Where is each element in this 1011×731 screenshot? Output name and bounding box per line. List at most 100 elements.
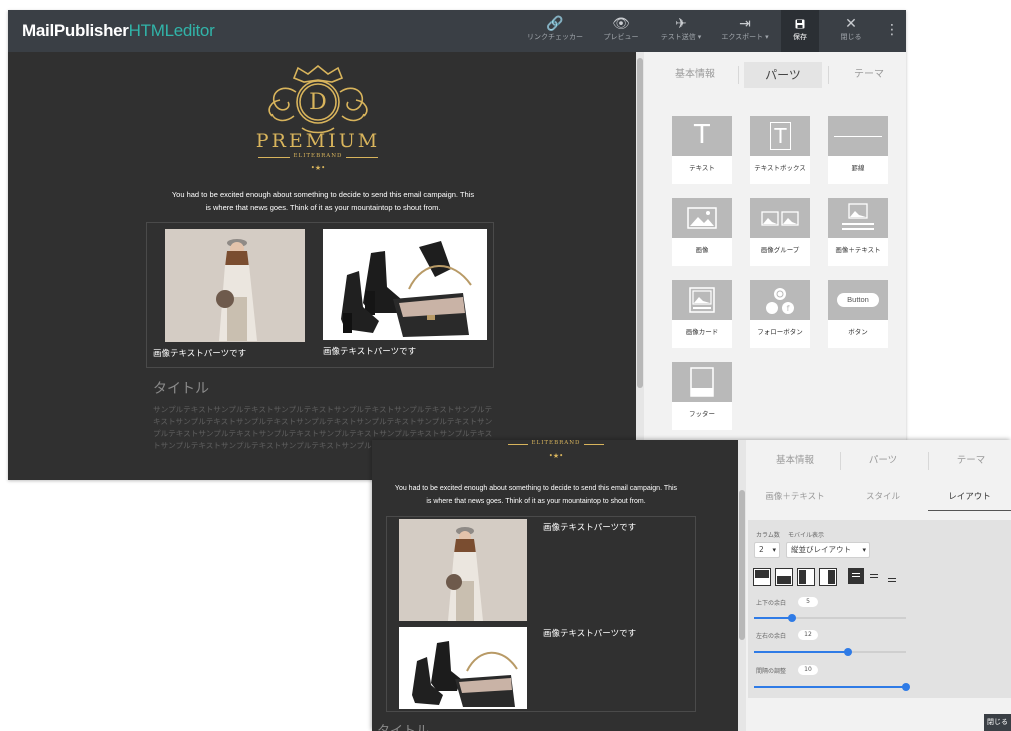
- link-icon: 🔗: [546, 15, 564, 31]
- horizontal-margin-value: 12: [798, 630, 818, 640]
- eye-icon: 👁: [612, 15, 630, 31]
- save-button[interactable]: 保存: [781, 10, 819, 52]
- tab-separator: [738, 66, 739, 84]
- link-checker-button[interactable]: 🔗 リンクチェッカー: [525, 14, 585, 48]
- image-caption-2: 画像テキストパーツです: [543, 629, 637, 639]
- preview-label: プレビュー: [603, 34, 639, 41]
- email-canvas-2[interactable]: ELITEBRAND •★• You had to be excited eno…: [372, 440, 738, 731]
- part-label: 罫線: [851, 164, 865, 172]
- svg-text:f: f: [787, 304, 790, 313]
- part-text[interactable]: T テキスト: [672, 116, 732, 184]
- tab-basic-info[interactable]: 基本情報: [656, 62, 734, 88]
- image-text-block[interactable]: 画像テキストパーツです 画像テキストパーツです: [386, 516, 696, 712]
- canvas-scrollbar[interactable]: [636, 52, 644, 480]
- test-send-label: テスト送信 ▾: [660, 34, 702, 41]
- top-toolbar: MailPublisherHTMLeditor 🔗 リンクチェッカー 👁 プレビ…: [8, 10, 906, 52]
- fashion-model-image: [399, 519, 527, 621]
- close-icon: ✕: [845, 15, 857, 31]
- brand-name: PREMIUM: [255, 130, 381, 152]
- columns-select[interactable]: 2 ▾: [754, 542, 780, 558]
- subtab-image-text[interactable]: 画像＋テキスト: [752, 483, 838, 511]
- section-title: タイトル: [153, 381, 209, 397]
- image-card-icon: [672, 280, 732, 320]
- email-canvas[interactable]: D PREMIUM ELITEBRAND •★• You had to be e…: [8, 52, 636, 480]
- image-caption-1: 画像テキストパーツです: [153, 349, 247, 359]
- scrollbar-thumb[interactable]: [739, 490, 745, 640]
- subtab-style[interactable]: スタイル: [840, 483, 926, 511]
- part-label: フッター: [689, 410, 715, 418]
- align-middle-button[interactable]: [866, 568, 882, 584]
- align-bottom-button[interactable]: [884, 568, 900, 584]
- export-icon: ⇥: [739, 15, 751, 31]
- logo-main-text: MailPublisher: [22, 21, 129, 40]
- part-button[interactable]: Button ボタン: [828, 280, 888, 348]
- subtab-layout[interactable]: レイアウト: [928, 483, 1011, 511]
- footer-icon: [672, 362, 732, 402]
- tab-theme-2[interactable]: テーマ: [936, 450, 1006, 472]
- panel-close-button[interactable]: 閉じる: [984, 714, 1011, 731]
- part-image-text[interactable]: 画像＋テキスト: [828, 198, 888, 266]
- horizontal-margin-label: 左右の余白: [756, 633, 787, 640]
- align-top-button[interactable]: [848, 568, 864, 584]
- fashion-model-image: [165, 229, 305, 342]
- part-image-card[interactable]: 画像カード: [672, 280, 732, 348]
- part-text-box[interactable]: T テキストボックス: [750, 116, 810, 184]
- tab-separator: [828, 66, 829, 84]
- part-follow-button[interactable]: f フォローボタン: [750, 280, 810, 348]
- scrollbar-thumb[interactable]: [637, 58, 643, 388]
- vertical-margin-label: 上下の余白: [756, 600, 787, 607]
- vertical-margin-slider[interactable]: [754, 614, 906, 622]
- save-label: 保存: [793, 34, 807, 41]
- boots-handbag-image: [323, 229, 487, 340]
- section-title-2: タイトル: [377, 720, 429, 731]
- part-image-group[interactable]: 画像グループ: [750, 198, 810, 266]
- link-checker-label: リンクチェッカー: [527, 34, 583, 41]
- slider-handle[interactable]: [788, 614, 796, 622]
- mobile-display-select[interactable]: 縦並びレイアウト ▾: [786, 542, 870, 558]
- mobile-display-value: 縦並びレイアウト: [791, 545, 851, 554]
- columns-value: 2: [759, 545, 764, 554]
- image-text-icon: [828, 198, 888, 238]
- export-button[interactable]: ⇥ エクスポート ▾: [716, 14, 774, 48]
- horizontal-margin-slider[interactable]: [754, 648, 906, 656]
- layout-image-left-button[interactable]: [797, 568, 815, 586]
- slider-handle[interactable]: [902, 683, 910, 691]
- spacing-slider[interactable]: [754, 683, 910, 691]
- brand-sub: ELITEBRAND: [289, 153, 347, 159]
- layout-image-bottom-button[interactable]: [775, 568, 793, 586]
- layout-image-top-button[interactable]: [753, 568, 771, 586]
- tab-separator: [928, 452, 929, 470]
- slider-handle[interactable]: [844, 648, 852, 656]
- tab-parts[interactable]: パーツ: [744, 62, 822, 88]
- close-editor-button[interactable]: ✕ 閉じる: [834, 14, 868, 48]
- image-icon: [672, 198, 732, 238]
- part-image[interactable]: 画像: [672, 198, 732, 266]
- image-group-icon: [750, 198, 810, 238]
- brand-sub-2: ELITEBRAND: [527, 440, 585, 446]
- text-icon: T: [672, 116, 732, 156]
- more-menu-icon[interactable]: ⋮: [885, 22, 899, 38]
- intro-line-1: You had to be excited enough about somet…: [394, 485, 678, 492]
- button-icon: Button: [828, 280, 888, 320]
- layout-panel: 基本情報 パーツ テーマ 画像＋テキスト スタイル レイアウト カラム数 モバイ…: [746, 440, 1011, 731]
- canvas-scrollbar-2[interactable]: [738, 440, 746, 731]
- tab-theme[interactable]: テーマ: [830, 62, 906, 88]
- image-group-block[interactable]: 画像テキストパーツです 画像テキストパーツです: [146, 222, 494, 368]
- preview-button[interactable]: 👁 プレビュー: [597, 14, 645, 48]
- send-icon: ✈: [675, 15, 687, 31]
- tab-parts-2[interactable]: パーツ: [848, 450, 918, 472]
- layout-image-right-button[interactable]: [819, 568, 837, 586]
- boots-handbag-image: [399, 627, 527, 709]
- part-divider[interactable]: 罫線: [828, 116, 888, 184]
- spacing-label: 間隔の調整: [756, 668, 787, 675]
- part-label: テキストボックス: [754, 164, 806, 172]
- tab-basic-info-2[interactable]: 基本情報: [760, 450, 830, 472]
- text-box-icon: T: [750, 116, 810, 156]
- columns-label: カラム数: [756, 532, 780, 539]
- parts-panel: 基本情報 パーツ テーマ T テキスト T テキストボックス 罫線 画像 画像グ…: [644, 52, 906, 480]
- save-icon: [781, 14, 819, 32]
- part-label: ボタン: [848, 328, 868, 336]
- part-footer[interactable]: フッター: [672, 362, 732, 430]
- test-send-button[interactable]: ✈ テスト送信 ▾: [652, 14, 710, 48]
- layout-settings: カラム数 モバイル表示 2 ▾ 縦並びレイアウト ▾: [748, 520, 1011, 698]
